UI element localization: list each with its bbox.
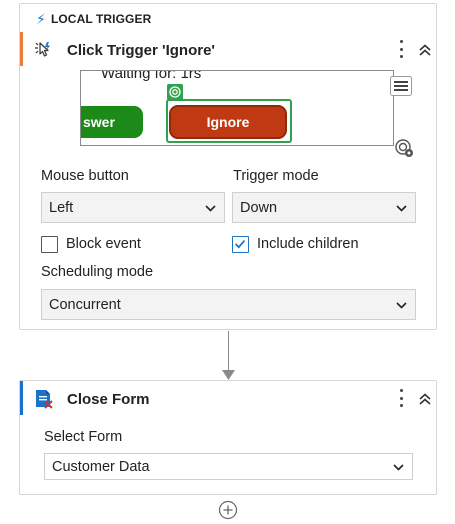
block-event-checkbox[interactable] xyxy=(41,236,58,253)
checkmark-icon xyxy=(235,239,246,249)
add-circle-icon[interactable] xyxy=(218,500,238,520)
mouse-button-value: Left xyxy=(49,199,74,216)
chevron-double-up-icon[interactable] xyxy=(418,392,432,406)
scheduling-mode-select[interactable]: Concurrent xyxy=(41,289,416,320)
close-form-icon xyxy=(36,390,53,409)
close-form-title: Close Form xyxy=(67,391,150,408)
select-form-dropdown[interactable]: Customer Data xyxy=(44,453,413,480)
chevron-down-icon xyxy=(393,464,404,471)
trigger-mode-select[interactable]: Down xyxy=(232,192,416,223)
click-trigger-title: Click Trigger 'Ignore' xyxy=(67,42,216,59)
chevron-double-up-icon[interactable] xyxy=(418,43,432,57)
mouse-button-select[interactable]: Left xyxy=(41,192,225,223)
select-form-label: Select Form xyxy=(44,429,123,445)
trigger-mode-label: Trigger mode xyxy=(233,168,319,184)
more-vertical-icon[interactable] xyxy=(398,40,404,58)
preview-answer-button: swer xyxy=(81,106,143,138)
sequence-connector xyxy=(228,331,229,372)
close-form-header[interactable]: Close Form xyxy=(20,381,436,415)
target-anchor-icon xyxy=(167,84,183,100)
scheduling-mode-value: Concurrent xyxy=(49,296,121,313)
local-trigger-label: LOCAL TRIGGER xyxy=(50,12,152,26)
select-form-value: Customer Data xyxy=(52,458,150,475)
preview-waiting-text: Waiting for: 1rs xyxy=(101,70,202,82)
chevron-down-icon xyxy=(396,205,407,212)
local-trigger-card: ⚡︎ LOCAL TRIGGER Click Trigger 'Ignore' … xyxy=(19,3,437,330)
chevron-down-icon xyxy=(205,205,216,212)
block-event-label: Block event xyxy=(66,236,141,252)
chevron-down-icon xyxy=(396,302,407,309)
target-preview: Waiting for: 1rs swer Ignore xyxy=(80,70,394,146)
menu-icon[interactable] xyxy=(390,76,412,96)
arrow-down-icon xyxy=(222,370,235,380)
trigger-mode-value: Down xyxy=(240,199,278,216)
target-settings-icon[interactable] xyxy=(394,138,414,158)
more-vertical-icon[interactable] xyxy=(398,389,404,407)
local-trigger-heading: ⚡︎ LOCAL TRIGGER xyxy=(36,12,151,26)
scheduling-mode-label: Scheduling mode xyxy=(41,264,154,280)
include-children-label: Include children xyxy=(257,236,359,252)
click-trigger-icon xyxy=(35,42,50,57)
click-trigger-header[interactable]: Click Trigger 'Ignore' xyxy=(20,32,436,66)
preview-ignore-button: Ignore xyxy=(169,105,287,139)
close-form-card: Close Form Select Form Customer Data xyxy=(19,380,437,495)
lightning-icon: ⚡︎ xyxy=(36,11,46,27)
mouse-button-label: Mouse button xyxy=(41,168,129,184)
include-children-checkbox[interactable] xyxy=(232,236,249,253)
